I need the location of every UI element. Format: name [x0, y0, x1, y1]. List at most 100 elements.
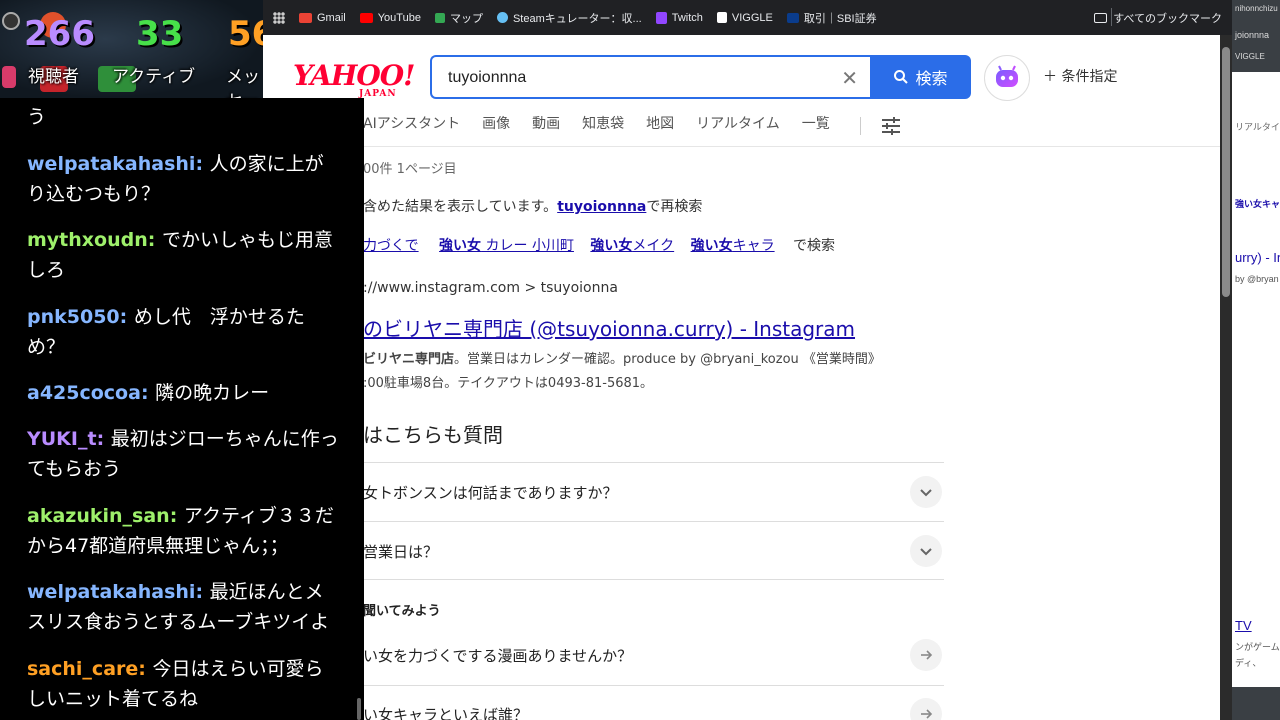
search-button-label: 検索	[915, 69, 948, 88]
side-line: TV	[1235, 618, 1252, 633]
folder-icon	[1094, 13, 1108, 23]
background-page: リアルタイ 強い女キャ urry) - In by @bryan TV ンがゲー…	[1232, 72, 1280, 687]
yahoo-search-page: YAHOO! JAPAN tuyoionnna ✕ 検索 ＋ 条件指定 AIアシ…	[263, 35, 1220, 720]
tab-images[interactable]: 画像	[482, 113, 510, 141]
side-line: リアルタイ	[1235, 122, 1280, 132]
ai-assistant-button[interactable]	[984, 55, 1030, 101]
chat-overlay: う welpatakahashi: 人の家に上がり込むつもり？ mythxoud…	[0, 98, 364, 720]
bookmark-twitch[interactable]: Twitch	[655, 11, 703, 24]
tab-maps[interactable]: 地図	[646, 113, 674, 141]
related-rest: カレー 小川町	[481, 238, 574, 254]
related-suffix: で検索	[793, 238, 836, 254]
tab-ai-assistant[interactable]: AIアシスタント	[363, 113, 460, 141]
bookmark-label: Steamキュレーター：収...	[512, 12, 642, 25]
scrollbar-thumb[interactable]	[1222, 47, 1230, 297]
related-search-link[interactable]: 強い女メイク	[590, 238, 674, 254]
chat-message: welpatakahashi: 最近ほんとメスリス食おうとするムーブキツイよ	[27, 581, 330, 633]
app-icon[interactable]	[2, 12, 20, 30]
related-bold: 強い女	[439, 238, 482, 254]
maps-icon	[434, 12, 445, 23]
bookmark-label: YouTube	[377, 11, 421, 24]
bookmark-label: Twitch	[671, 11, 703, 24]
search-button[interactable]: 検索	[870, 55, 971, 99]
apps-grid-icon[interactable]	[273, 11, 285, 24]
condition-button[interactable]: ＋ 条件指定	[1043, 66, 1117, 86]
screen: 266 視聴者 33 アクティブ 5659 メッセージ Gmail YouTub…	[0, 0, 1280, 720]
related-search-link[interactable]: 力づくで	[363, 238, 419, 254]
side-title: nihonnchizu	[1235, 4, 1278, 13]
background-window[interactable]: nihonnchizu joionnna VIGGLE リアルタイ 強い女キャ …	[1232, 0, 1280, 720]
page-scrollbar[interactable]	[1220, 35, 1232, 720]
chat-message: akazukin_san: アクティブ３３だから47都道府県無理じゃん；；	[27, 505, 334, 557]
faq-question: 営業日は？	[363, 543, 439, 561]
ask-heading: 聞いてみよう	[363, 604, 441, 619]
side-line: urry) - In	[1235, 250, 1280, 265]
bookmark-label: VIGGLE	[731, 11, 773, 24]
tab-chiebukuro[interactable]: 知恵袋	[582, 113, 624, 141]
side-line: ンがゲーム	[1235, 642, 1280, 652]
yahoo-logo[interactable]: YAHOO! JAPAN	[293, 59, 415, 99]
snippet-rest: 。営業日はカレンダー確認。produce by @bryani_kozou 《営…	[454, 352, 881, 367]
chat-message: a425cocoa: 隣の晩カレー	[27, 382, 270, 404]
all-bookmarks-button[interactable]: すべてのブックマーク	[1094, 10, 1222, 26]
bookmark-label: 取引｜SBI証券	[803, 12, 877, 25]
tabs-divider-line	[263, 146, 1220, 147]
chat-username: YUKI_t	[27, 428, 97, 450]
related-search-link[interactable]: 強い女キャラ	[691, 238, 775, 254]
chevron-down-icon[interactable]	[910, 535, 942, 567]
ask-item[interactable]: い女キャラといえば誰？	[363, 685, 944, 720]
related-searches: 力づくで 強い女 カレー 小川町 強い女メイク 強い女キャラ で検索	[363, 235, 835, 255]
bookmark-maps[interactable]: マップ	[434, 10, 483, 26]
chat-text: 隣の晩カレー	[155, 382, 270, 404]
arrow-right-icon[interactable]	[910, 698, 942, 720]
clear-icon[interactable]: ✕	[841, 66, 858, 90]
search-input[interactable]: tuyoionnna ✕	[430, 55, 870, 99]
logo-sub: JAPAN	[359, 89, 397, 99]
desktop-background: 266 視聴者 33 アクティブ 5659 メッセージ	[0, 0, 323, 137]
search-tabs: AIアシスタント 画像 動画 知恵袋 地図 リアルタイム 一覧	[363, 113, 830, 141]
chevron-down-icon[interactable]	[910, 476, 942, 508]
spelling-correction: 含めた結果を表示しています。tuyoionnnaで再検索	[363, 196, 702, 216]
snippet-bold: ビリヤニ専門店	[363, 352, 455, 367]
chat-message: sachi_care: 今日はえらい可愛らしいニット着てるね	[27, 658, 324, 710]
related-rest: メイク	[632, 238, 675, 254]
all-bookmarks-label: すべてのブックマーク	[1113, 13, 1222, 25]
ask-question: い女を力づくでする漫画ありませんか？	[363, 647, 633, 665]
bookmark-steam[interactable]: Steamキュレーター：収...	[496, 10, 642, 26]
bookmark-youtube[interactable]: YouTube	[359, 11, 421, 24]
filter-icon[interactable]	[880, 115, 902, 137]
research-link[interactable]: tuyoionnna	[557, 199, 646, 215]
tab-realtime[interactable]: リアルタイム	[696, 113, 780, 141]
result-url: ://www.instagram.com > tsuyoionna	[363, 280, 618, 296]
search-query-text: tuyoionnna	[448, 69, 527, 86]
bookmark-sbi[interactable]: 取引｜SBI証券	[786, 10, 877, 26]
chat-username: pnk5050	[27, 306, 120, 328]
robot-icon	[996, 65, 1018, 87]
result-snippet-line2: :00駐車場8台。テイクアウトは0493-81-5681。	[363, 376, 654, 391]
arrow-right-icon[interactable]	[910, 639, 942, 671]
faq-item[interactable]: 女トボンスンは何話までありますか？	[363, 462, 944, 521]
ask-item[interactable]: い女を力づくでする漫画ありませんか？	[363, 629, 944, 685]
related-bold: 強い女	[590, 238, 633, 254]
result-count: 00件 1ページ目	[363, 162, 457, 177]
side-line: by @bryan	[1235, 274, 1279, 284]
viggle-icon	[716, 12, 727, 23]
bookmark-label: マップ	[449, 12, 483, 25]
tab-list[interactable]: 一覧	[802, 113, 830, 141]
sbi-icon	[786, 12, 799, 23]
active-label: アクティブ	[112, 67, 196, 87]
chat-scrollbar[interactable]	[357, 698, 361, 720]
chat-message: YUKI_t: 最初はジローちゃんに作ってもらおう	[27, 428, 339, 480]
related-search-link[interactable]: 強い女 カレー 小川町	[439, 238, 574, 254]
chat-text: う	[27, 106, 47, 128]
bookmark-viggle[interactable]: VIGGLE	[716, 11, 773, 24]
faq-item[interactable]: 営業日は？	[363, 521, 944, 579]
app-icon[interactable]	[2, 66, 16, 88]
active-count: 33	[136, 14, 184, 54]
side-line: 強い女キャ	[1235, 199, 1280, 209]
viewer-label: 視聴者	[28, 67, 79, 87]
result-title-link[interactable]: のビリヤニ専門店 (@tsuyoionna.curry) - Instagram	[363, 313, 855, 342]
bookmark-gmail[interactable]: Gmail	[299, 12, 346, 24]
chat-message: welpatakahashi: 人の家に上がり込むつもり？	[27, 153, 324, 205]
tab-videos[interactable]: 動画	[532, 113, 560, 141]
